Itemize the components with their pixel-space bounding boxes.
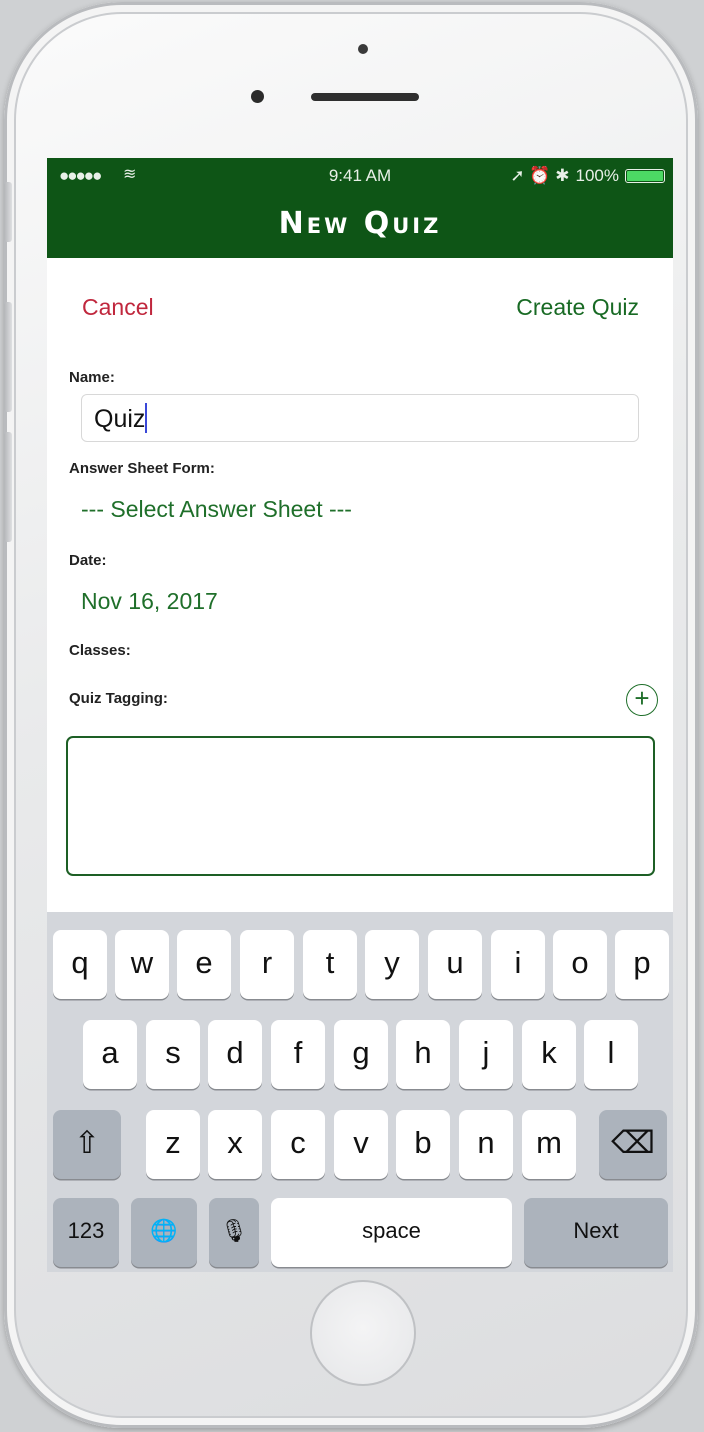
key-l[interactable]: l: [584, 1020, 638, 1089]
key-u[interactable]: u: [428, 930, 482, 999]
key-q[interactable]: q: [53, 930, 107, 999]
space-key[interactable]: space: [271, 1198, 512, 1267]
key-e[interactable]: e: [177, 930, 231, 999]
key-b[interactable]: b: [396, 1110, 450, 1179]
next-key[interactable]: Next: [524, 1198, 668, 1267]
status-indicators: ➚ ⏰ ✱ 100%: [510, 166, 665, 186]
location-alarm-bluetooth-icons: ➚ ⏰ ✱: [510, 166, 570, 185]
proximity-sensor: [358, 44, 368, 54]
cancel-button[interactable]: Cancel: [82, 294, 154, 321]
home-button[interactable]: [310, 1280, 416, 1386]
key-n[interactable]: n: [459, 1110, 513, 1179]
add-tag-icon[interactable]: +: [626, 684, 658, 716]
key-o[interactable]: o: [553, 930, 607, 999]
delete-key[interactable]: ⌫: [599, 1110, 667, 1179]
key-y[interactable]: y: [365, 930, 419, 999]
quiz-tagging-label: Quiz Tagging:: [69, 690, 168, 707]
front-camera: [251, 90, 264, 103]
shift-key[interactable]: ⇧: [53, 1110, 121, 1179]
key-i[interactable]: i: [491, 930, 545, 999]
earpiece-speaker: [311, 93, 419, 101]
status-bar: ●●●●● ≋ 9:41 AM ➚ ⏰ ✱ 100%: [47, 166, 673, 186]
answer-sheet-select[interactable]: --- Select Answer Sheet ---: [81, 496, 352, 523]
battery-percent: 100%: [575, 166, 619, 185]
classes-label: Classes:: [69, 642, 131, 659]
key-x[interactable]: x: [208, 1110, 262, 1179]
key-v[interactable]: v: [334, 1110, 388, 1179]
date-picker[interactable]: Nov 16, 2017: [81, 588, 218, 615]
mute-switch: [4, 182, 12, 242]
key-t[interactable]: t: [303, 930, 357, 999]
volume-up-button: [4, 302, 12, 412]
name-label: Name:: [69, 369, 115, 386]
key-k[interactable]: k: [522, 1020, 576, 1089]
numbers-key[interactable]: 123: [53, 1198, 119, 1267]
volume-down-button: [4, 432, 12, 542]
key-h[interactable]: h: [396, 1020, 450, 1089]
key-s[interactable]: s: [146, 1020, 200, 1089]
key-w[interactable]: w: [115, 930, 169, 999]
answer-sheet-label: Answer Sheet Form:: [69, 460, 215, 477]
quiz-tagging-textarea[interactable]: [66, 736, 655, 876]
key-f[interactable]: f: [271, 1020, 325, 1089]
app-screen: ●●●●● ≋ 9:41 AM ➚ ⏰ ✱ 100% New Quiz Canc…: [47, 158, 673, 1272]
navigation-bar: ●●●●● ≋ 9:41 AM ➚ ⏰ ✱ 100% New Quiz: [47, 158, 673, 258]
create-quiz-button[interactable]: Create Quiz: [516, 294, 639, 321]
battery-icon: [625, 169, 665, 183]
microphone-icon[interactable]: 🎙: [209, 1198, 259, 1267]
key-z[interactable]: z: [146, 1110, 200, 1179]
key-d[interactable]: d: [208, 1020, 262, 1089]
name-input-value: Quiz: [94, 405, 146, 433]
key-a[interactable]: a: [83, 1020, 137, 1089]
key-p[interactable]: p: [615, 930, 669, 999]
name-input[interactable]: Quiz: [81, 394, 639, 442]
key-c[interactable]: c: [271, 1110, 325, 1179]
key-j[interactable]: j: [459, 1020, 513, 1089]
text-cursor: [145, 403, 148, 433]
globe-icon[interactable]: 🌐: [131, 1198, 197, 1267]
page-title: New Quiz: [278, 206, 442, 241]
keyboard: q w e r t y u i o p a s d f g h j k l ⇧ …: [47, 912, 673, 1272]
key-r[interactable]: r: [240, 930, 294, 999]
key-m[interactable]: m: [522, 1110, 576, 1179]
phone-frame: ●●●●● ≋ 9:41 AM ➚ ⏰ ✱ 100% New Quiz Canc…: [4, 2, 698, 1428]
date-label: Date:: [69, 552, 107, 569]
key-g[interactable]: g: [334, 1020, 388, 1089]
